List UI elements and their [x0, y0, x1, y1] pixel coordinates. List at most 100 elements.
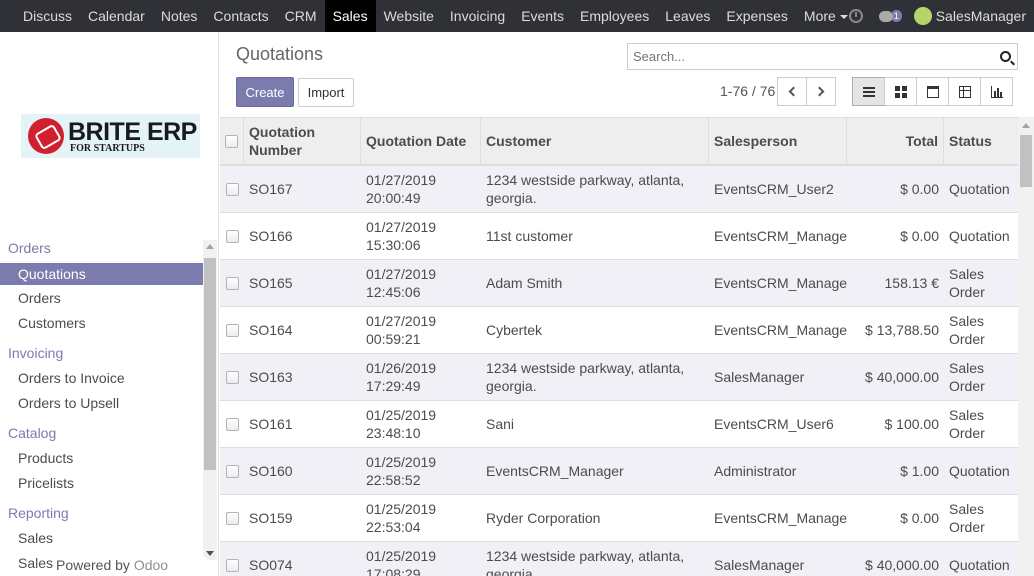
cell-date: 01/26/2019 17:29:49: [366, 360, 437, 394]
table-row[interactable]: SO161 01/25/2019 23:48:10 Sani EventsCRM_Us…: [220, 401, 1018, 448]
user-avatar[interactable]: [913, 7, 932, 25]
row-checkbox[interactable]: [225, 558, 239, 572]
row-checkbox[interactable]: [225, 182, 239, 196]
menu-item-notes[interactable]: Notes: [153, 0, 206, 32]
cell-status: Sales Order: [949, 266, 985, 300]
menu-item-invoicing[interactable]: Invoicing: [442, 0, 513, 32]
cell-date: 01/27/2019 00:59:21: [366, 313, 437, 347]
create-button[interactable]: Create: [236, 77, 294, 107]
column-header-salesperson[interactable]: Salesperson: [709, 118, 847, 164]
search-icon[interactable]: [1000, 51, 1011, 62]
row-checkbox[interactable]: [225, 464, 239, 478]
row-select-cell: [220, 401, 244, 447]
caret-down-icon: [839, 15, 848, 20]
scrollbar-thumb[interactable]: [204, 258, 216, 470]
pager-previous-button[interactable]: [777, 77, 807, 106]
kanban-view-button[interactable]: [884, 77, 917, 106]
menu-item-crm[interactable]: CRM: [277, 0, 325, 32]
table-row[interactable]: SO167 01/27/2019 20:00:49 1234 westside pa…: [220, 166, 1018, 213]
sidebar-scrollbar[interactable]: [203, 240, 217, 560]
activity-clock-icon[interactable]: [848, 9, 863, 23]
sidebar-item-pricelists[interactable]: Pricelists: [0, 473, 203, 498]
menu-item-employees[interactable]: Employees: [572, 0, 657, 32]
cell-customer: 1234 westside parkway, atlanta, georgia.: [486, 172, 685, 206]
scroll-up-arrow-icon[interactable]: [1022, 123, 1030, 128]
page-title[interactable]: Quotations: [236, 44, 323, 65]
cell-total: $ 0.00: [900, 181, 939, 197]
cell-date: 01/27/2019 15:30:06: [366, 219, 437, 253]
cell-customer: 1234 westside parkway, atlanta, georgia.: [486, 548, 685, 576]
menu-item-expenses[interactable]: Expenses: [718, 0, 795, 32]
menu-item-calendar[interactable]: Calendar: [80, 0, 153, 32]
row-checkbox[interactable]: [225, 229, 239, 243]
column-header-status[interactable]: Status: [944, 118, 1018, 164]
sidebar-item-quotations[interactable]: Quotations: [0, 263, 203, 285]
column-header-date[interactable]: Quotation Date: [361, 118, 481, 164]
main-scrollbar[interactable]: [1018, 117, 1034, 576]
select-all-checkbox[interactable]: [225, 134, 238, 148]
table-row[interactable]: SO165 01/27/2019 12:45:06 Adam Smith Events…: [220, 260, 1018, 307]
sidebar-section-reporting: Reporting: [8, 505, 69, 521]
sidebar-item-customers[interactable]: Customers: [0, 313, 203, 338]
row-checkbox[interactable]: [225, 323, 239, 337]
odoo-link[interactable]: Odoo: [134, 557, 168, 573]
pager-value[interactable]: 1-76 / 76: [720, 83, 775, 99]
table-row[interactable]: SO163 01/26/2019 17:29:49 1234 westside pa…: [220, 354, 1018, 401]
import-button[interactable]: Import: [298, 78, 354, 107]
table-header: Quotation Number Quotation Date Customer…: [220, 118, 1018, 166]
cell-number: SO161: [249, 416, 293, 432]
sidebar-item-products[interactable]: Products: [0, 448, 203, 473]
row-checkbox[interactable]: [225, 417, 239, 431]
cell-total: $ 40,000.00: [865, 369, 939, 385]
calendar-view-button[interactable]: [916, 77, 949, 106]
column-header-number[interactable]: Quotation Number: [244, 118, 361, 164]
sidebar-item-orders[interactable]: Orders: [0, 288, 203, 313]
menu-item-more[interactable]: More: [796, 0, 856, 32]
sidebar-item-orders-to-invoice[interactable]: Orders to Invoice: [0, 368, 203, 393]
cell-status: Quotation: [949, 228, 1010, 244]
column-header-total[interactable]: Total: [847, 118, 944, 164]
sidebar-section-invoicing: Invoicing: [8, 345, 64, 361]
table-row[interactable]: SO166 01/27/2019 15:30:06 11st customer Eve…: [220, 213, 1018, 260]
row-checkbox[interactable]: [225, 276, 239, 290]
menu-item-sales[interactable]: Sales: [324, 0, 376, 32]
logo-title: BRITE ERP: [68, 117, 197, 146]
graph-view-button[interactable]: [980, 77, 1013, 106]
sidebar-item-sales[interactable]: Sales: [0, 528, 203, 553]
user-menu[interactable]: SalesManager: [936, 8, 1026, 24]
table-row[interactable]: SO074 01/25/2019 17:08:29 1234 westside pa…: [220, 542, 1018, 576]
search-box[interactable]: [627, 43, 1018, 70]
menu-item-label: Invoicing: [449, 8, 506, 24]
pivot-view-button[interactable]: [948, 77, 981, 106]
menu-item-leaves[interactable]: Leaves: [657, 0, 718, 32]
cell-total: $ 100.00: [884, 416, 940, 432]
scroll-up-arrow-icon[interactable]: [206, 244, 214, 249]
cell-salesperson: SalesManager: [714, 369, 805, 385]
row-checkbox[interactable]: [225, 511, 239, 525]
messaging-menu[interactable]: 1: [878, 10, 902, 22]
column-header-customer[interactable]: Customer: [481, 118, 709, 164]
search-input[interactable]: [628, 44, 988, 69]
pager-next-button[interactable]: [806, 77, 836, 106]
table-row[interactable]: SO159 01/25/2019 22:53:04 Ryder Corporatio…: [220, 495, 1018, 542]
cell-customer: 11st customer: [486, 228, 573, 244]
menu-item-website[interactable]: Website: [376, 0, 442, 32]
cell-customer: Adam Smith: [486, 275, 563, 291]
chevron-left-icon: [788, 86, 799, 97]
menu-item-discuss[interactable]: Discuss: [15, 0, 80, 32]
sidebar-item-orders-to-upsell[interactable]: Orders to Upsell: [0, 393, 203, 418]
cell-number: SO164: [249, 322, 293, 338]
cell-date: 01/25/2019 22:53:04: [366, 501, 437, 535]
row-checkbox[interactable]: [225, 370, 239, 384]
row-select-cell: [220, 213, 244, 259]
table-row[interactable]: SO164 01/27/2019 00:59:21 Cybertek EventsCR…: [220, 307, 1018, 354]
scrollbar-thumb[interactable]: [1020, 135, 1032, 187]
cell-salesperson: EventsCRM_Manager: [714, 275, 847, 291]
menu-item-contacts[interactable]: Contacts: [205, 0, 276, 32]
scroll-down-arrow-icon[interactable]: [206, 551, 214, 556]
list-view-button[interactable]: [852, 77, 885, 106]
cell-number: SO167: [249, 181, 293, 197]
menu-item-events[interactable]: Events: [513, 0, 572, 32]
cell-date: 01/27/2019 20:00:49: [366, 172, 437, 206]
table-row[interactable]: SO160 01/25/2019 22:58:52 EventsCRM_Manage…: [220, 448, 1018, 495]
